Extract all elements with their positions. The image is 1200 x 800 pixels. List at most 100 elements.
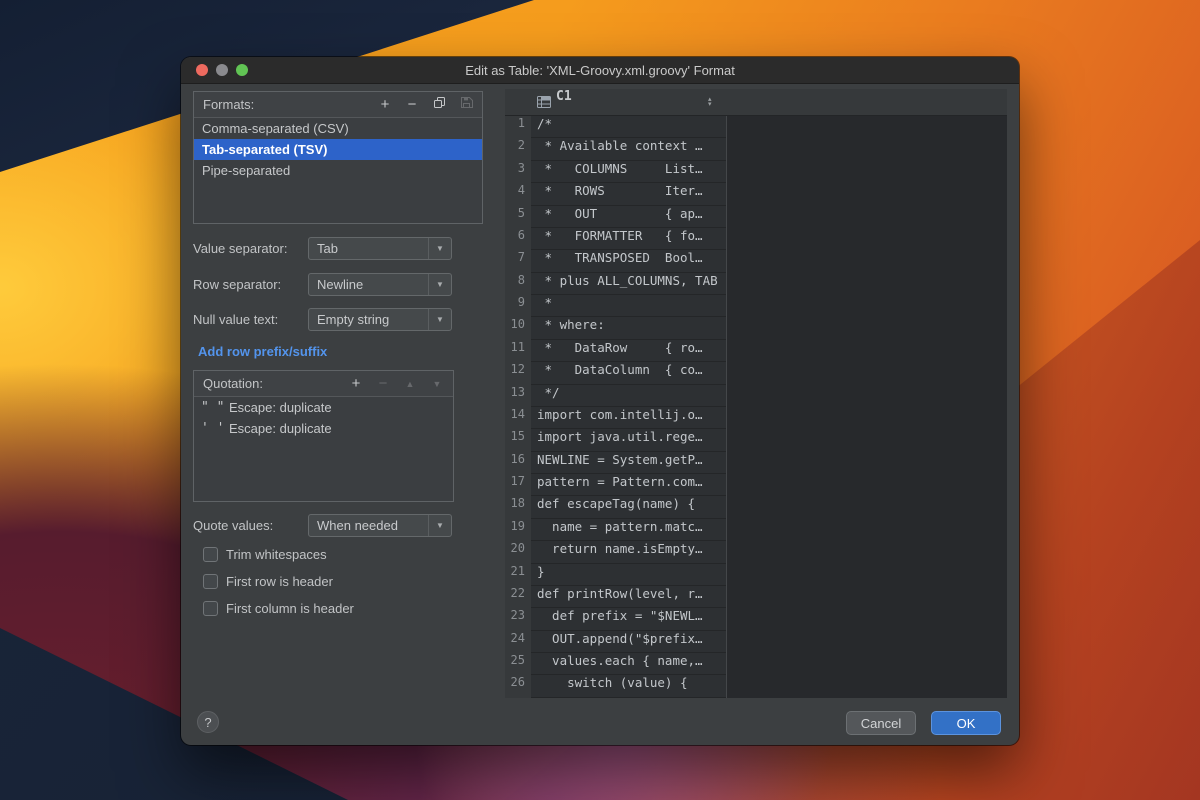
- line-number: 21: [505, 564, 531, 586]
- code-line[interactable]: * where:: [531, 317, 726, 339]
- quote-values-label: Quote values:: [193, 514, 273, 537]
- duplicate-icon[interactable]: [432, 96, 446, 113]
- line-number: 22: [505, 586, 531, 608]
- close-button[interactable]: [196, 64, 208, 76]
- code-line[interactable]: OUT.append("$prefix…: [531, 631, 726, 653]
- remove-icon[interactable]: −: [405, 96, 419, 113]
- line-number: 19: [505, 519, 531, 541]
- line-number: 4: [505, 183, 531, 205]
- value-separator-dropdown[interactable]: Tab ▼: [308, 237, 452, 260]
- save-icon[interactable]: [459, 96, 473, 113]
- minimize-button[interactable]: [216, 64, 228, 76]
- code-line[interactable]: * FORMATTER { fo…: [531, 228, 726, 250]
- column-header[interactable]: C1 ▴ ▾: [505, 89, 1007, 116]
- line-number: 12: [505, 362, 531, 384]
- code-line[interactable]: * DataColumn { co…: [531, 362, 726, 384]
- quotation-header: Quotation: + − ▲ ▼: [194, 371, 453, 397]
- window-controls: [196, 57, 248, 83]
- cancel-button[interactable]: Cancel: [846, 711, 916, 735]
- quotation-chars: ' ': [201, 421, 229, 436]
- checkbox-row[interactable]: First row is header: [203, 574, 354, 589]
- quotation-desc: Escape: duplicate: [229, 421, 332, 436]
- checkbox[interactable]: [203, 574, 218, 589]
- dialog-content: Formats: + − Comma-separated (CSV)Tab-se…: [181, 84, 1019, 745]
- code-line[interactable]: /*: [531, 116, 726, 138]
- formats-list: Comma-separated (CSV)Tab-separated (TSV)…: [194, 118, 482, 181]
- chevron-down-icon: ▼: [428, 309, 451, 330]
- code-line[interactable]: */: [531, 385, 726, 407]
- line-number: 17: [505, 474, 531, 496]
- code-line[interactable]: NEWLINE = System.getP…: [531, 452, 726, 474]
- checkbox[interactable]: [203, 601, 218, 616]
- chevron-down-icon: ▼: [428, 274, 451, 295]
- quotation-panel: Quotation: + − ▲ ▼ " "Escape: duplicate'…: [193, 370, 454, 502]
- code-line[interactable]: *: [531, 295, 726, 317]
- line-number: 10: [505, 317, 531, 339]
- line-number: 20: [505, 541, 531, 563]
- help-button[interactable]: ?: [197, 711, 219, 733]
- code-line[interactable]: return name.isEmpty…: [531, 541, 726, 563]
- table-preview-editor: C1 ▴ ▾ 123456789101112131415161718192021…: [505, 89, 1007, 698]
- remove-icon[interactable]: −: [376, 375, 390, 392]
- checkbox-row[interactable]: Trim whitespaces: [203, 547, 354, 562]
- editor-body: 1234567891011121314151617181920212223242…: [505, 116, 1007, 698]
- code-line[interactable]: * OUT { ap…: [531, 206, 726, 228]
- dialog-title: Edit as Table: 'XML-Groovy.xml.groovy' F…: [465, 63, 735, 78]
- checkbox[interactable]: [203, 547, 218, 562]
- code-line[interactable]: import java.util.rege…: [531, 429, 726, 451]
- code-line[interactable]: def printRow(level, r…: [531, 586, 726, 608]
- titlebar: Edit as Table: 'XML-Groovy.xml.groovy' F…: [181, 57, 1019, 84]
- format-item[interactable]: Comma-separated (CSV): [194, 118, 482, 139]
- table-column-icon: [537, 96, 551, 111]
- checkbox-row[interactable]: First column is header: [203, 601, 354, 616]
- line-number: 9: [505, 295, 531, 317]
- code-line[interactable]: * COLUMNS List…: [531, 161, 726, 183]
- chevron-down-icon: ▼: [428, 238, 451, 259]
- ok-button[interactable]: OK: [931, 711, 1001, 735]
- null-value-dropdown[interactable]: Empty string ▼: [308, 308, 452, 331]
- row-separator-dropdown[interactable]: Newline ▼: [308, 273, 452, 296]
- format-item[interactable]: Pipe-separated: [194, 160, 482, 181]
- line-number: 6: [505, 228, 531, 250]
- quote-values-value: When needed: [309, 515, 428, 536]
- sort-stepper-icon[interactable]: ▴ ▾: [708, 97, 712, 107]
- add-icon[interactable]: +: [378, 96, 392, 113]
- quotation-label: Quotation:: [203, 376, 336, 391]
- code-line[interactable]: def prefix = "$NEWL…: [531, 608, 726, 630]
- checkbox-label: First row is header: [226, 574, 333, 589]
- quotation-item[interactable]: " "Escape: duplicate: [194, 397, 453, 418]
- quotation-list: " "Escape: duplicate' 'Escape: duplicate: [194, 397, 453, 439]
- code-line[interactable]: values.each { name,…: [531, 653, 726, 675]
- row-separator-value: Newline: [309, 274, 428, 295]
- code-line[interactable]: * plus ALL_COLUMNS, TAB: [531, 273, 726, 295]
- line-number: 13: [505, 385, 531, 407]
- quotation-item[interactable]: ' 'Escape: duplicate: [194, 418, 453, 439]
- add-icon[interactable]: +: [349, 375, 363, 392]
- code-line[interactable]: * Available context …: [531, 138, 726, 160]
- line-number: 15: [505, 429, 531, 451]
- quotation-toolbar: + − ▲ ▼: [336, 375, 444, 392]
- zoom-button[interactable]: [236, 64, 248, 76]
- code-line[interactable]: name = pattern.matc…: [531, 519, 726, 541]
- editor-empty-area: [727, 116, 1007, 698]
- code-line[interactable]: def escapeTag(name) {: [531, 496, 726, 518]
- line-number: 11: [505, 340, 531, 362]
- move-up-icon[interactable]: ▲: [403, 379, 417, 389]
- move-down-icon[interactable]: ▼: [430, 379, 444, 389]
- chevron-down-icon: ▼: [428, 515, 451, 536]
- code-line[interactable]: * TRANSPOSED Bool…: [531, 250, 726, 272]
- code-line[interactable]: * DataRow { ro…: [531, 340, 726, 362]
- add-row-prefix-suffix-link[interactable]: Add row prefix/suffix: [198, 344, 327, 359]
- code-line[interactable]: switch (value) {: [531, 675, 726, 697]
- code-line[interactable]: pattern = Pattern.com…: [531, 474, 726, 496]
- line-number: 23: [505, 608, 531, 630]
- code-line[interactable]: import com.intellij.o…: [531, 407, 726, 429]
- code-line[interactable]: }: [531, 564, 726, 586]
- format-item[interactable]: Tab-separated (TSV): [194, 139, 482, 160]
- quote-values-dropdown[interactable]: When needed ▼: [308, 514, 452, 537]
- line-number: 3: [505, 161, 531, 183]
- code-line[interactable]: * ROWS Iter…: [531, 183, 726, 205]
- row-separator-label: Row separator:: [193, 273, 281, 296]
- line-number: 14: [505, 407, 531, 429]
- checkbox-label: Trim whitespaces: [226, 547, 327, 562]
